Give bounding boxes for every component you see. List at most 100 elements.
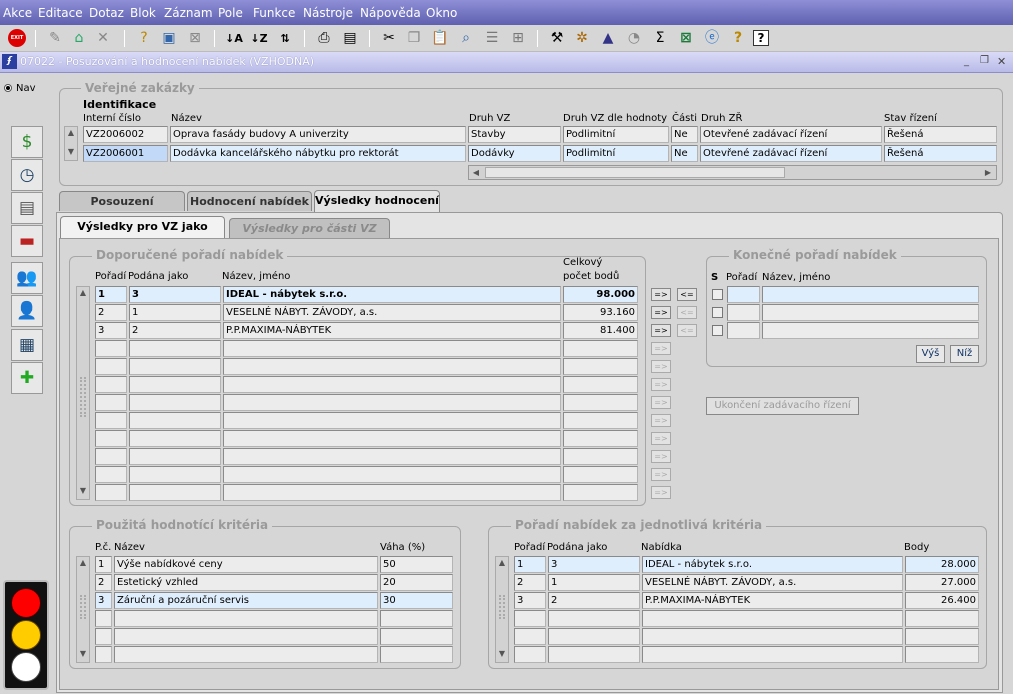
move-right-button[interactable]: => (651, 306, 671, 319)
scroll-down-icon[interactable]: ▼ (77, 485, 89, 498)
dop-row-podana[interactable] (129, 412, 221, 429)
dop-row-nazev[interactable] (223, 484, 561, 501)
end-procedure-button[interactable]: Ukončení zadávacího řízení (706, 397, 859, 415)
scroll-up-icon[interactable]: ▲ (77, 557, 89, 570)
vz-row-hodnota[interactable]: Podlimitní (563, 145, 669, 162)
vz-row-stav[interactable]: Řešená (884, 126, 997, 143)
select-checkbox[interactable] (712, 307, 723, 318)
help-icon[interactable]: ? (753, 30, 769, 46)
move-right-button[interactable]: => (651, 378, 671, 391)
dop-row-nazev[interactable]: IDEAL - nábytek s.r.o. (223, 286, 561, 303)
dop-row-podana[interactable] (129, 358, 221, 375)
kon-row-nazev[interactable] (762, 286, 979, 303)
users-icon[interactable]: 👥 (11, 262, 43, 294)
pk-row-body[interactable] (905, 628, 979, 645)
vz-row-druh[interactable]: Stavby (468, 126, 561, 143)
menu-pole[interactable]: Pole (215, 0, 246, 25)
move-left-button[interactable]: <= (677, 324, 697, 337)
dop-row-nazev[interactable] (223, 340, 561, 357)
move-right-button[interactable]: => (651, 468, 671, 481)
menu-funkce[interactable]: Funkce (250, 0, 298, 25)
vz-vertical-scrollbar[interactable]: ▲ ▼ (64, 126, 78, 161)
dop-row-nazev[interactable] (223, 394, 561, 411)
dop-row-poradi[interactable] (95, 430, 127, 447)
dop-row-nazev[interactable] (223, 358, 561, 375)
down-button[interactable]: Níž (950, 345, 979, 363)
dop-row-podana[interactable]: 3 (129, 286, 221, 303)
scroll-up-icon[interactable]: ▲ (77, 287, 89, 300)
dop-row-podana[interactable]: 2 (129, 322, 221, 339)
nav-radio[interactable] (4, 84, 12, 92)
scroll-left-icon[interactable]: ◀ (470, 167, 482, 178)
move-left-button[interactable]: <= (677, 288, 697, 301)
pk-row-body[interactable]: 27.000 (905, 574, 979, 591)
scroll-down-icon[interactable]: ▼ (77, 648, 89, 661)
pk-row-podana[interactable] (548, 646, 640, 663)
dop-row-podana[interactable] (129, 484, 221, 501)
menu-editace[interactable]: Editace (35, 0, 86, 25)
pk-row-podana[interactable]: 3 (548, 556, 640, 573)
toolbox-icon[interactable]: ▬ (11, 225, 43, 257)
close-icon[interactable]: ✕ (997, 55, 1006, 68)
krit-row-vaha[interactable]: 20 (380, 574, 453, 591)
vz-row-casti[interactable]: Ne (671, 126, 698, 143)
exit-icon[interactable]: EXIT (6, 27, 28, 49)
dop-row-poradi[interactable] (95, 412, 127, 429)
move-right-button[interactable]: => (651, 360, 671, 373)
dop-row-body[interactable]: 81.400 (563, 322, 638, 339)
krit-row-vaha[interactable]: 30 (380, 592, 453, 609)
dop-vertical-scrollbar[interactable]: ▲ ▼ (76, 286, 90, 500)
print-preview-icon[interactable]: ▤ (339, 27, 361, 49)
vz-row-cislo[interactable]: VZ2006002 (83, 126, 168, 143)
document-icon[interactable]: ▦ (11, 329, 43, 361)
execute-query-icon[interactable]: ▣ (158, 27, 180, 49)
scroll-right-icon[interactable]: ▶ (982, 167, 994, 178)
menu-zaznam[interactable]: Záznam (161, 0, 216, 25)
tab-vysledky-hodnoceni[interactable]: Výsledky hodnocení (314, 190, 440, 212)
pk-row-body[interactable] (905, 646, 979, 663)
cut-icon[interactable]: ✂ (378, 27, 400, 49)
pk-row-poradi[interactable]: 1 (514, 556, 546, 573)
krit-row-nazev[interactable]: Estetický vzhled (114, 574, 378, 591)
sort-icon[interactable]: ⇅ (274, 27, 296, 49)
move-right-button[interactable]: => (651, 486, 671, 499)
pk-row-poradi[interactable]: 2 (514, 574, 546, 591)
vz-row-cislo[interactable]: VZ2006001 (83, 145, 168, 162)
dop-row-poradi[interactable]: 2 (95, 304, 127, 321)
paste-icon[interactable]: 📋 (429, 27, 451, 49)
dop-row-body[interactable] (563, 412, 638, 429)
krit-row-vaha[interactable]: 50 (380, 556, 453, 573)
dop-row-poradi[interactable] (95, 358, 127, 375)
menu-okno[interactable]: Okno (423, 0, 460, 25)
print-icon[interactable]: ⎙ (313, 27, 335, 49)
krit-row-pc[interactable] (95, 646, 112, 663)
money-icon[interactable]: $ (11, 126, 43, 158)
krit-row-pc[interactable] (95, 610, 112, 627)
pk-row-poradi[interactable] (514, 610, 546, 627)
dop-row-poradi[interactable]: 3 (95, 322, 127, 339)
kon-row-poradi[interactable] (727, 286, 760, 303)
vz-row-stav[interactable]: Řešená (884, 145, 997, 162)
krit-row-pc[interactable]: 2 (95, 574, 112, 591)
dop-row-poradi[interactable] (95, 340, 127, 357)
scroll-up-icon[interactable]: ▲ (65, 127, 77, 140)
pk-vertical-scrollbar[interactable]: ▲ ▼ (495, 556, 509, 663)
pk-row-podana[interactable] (548, 628, 640, 645)
kon-row-nazev[interactable] (762, 322, 979, 339)
pk-row-body[interactable]: 26.400 (905, 592, 979, 609)
select-checkbox[interactable] (712, 325, 723, 336)
dop-row-poradi[interactable] (95, 484, 127, 501)
krit-row-vaha[interactable] (380, 646, 453, 663)
ie-icon[interactable]: ⓔ (701, 27, 723, 49)
move-right-button[interactable]: => (651, 450, 671, 463)
move-right-button[interactable]: => (651, 342, 671, 355)
krit-row-vaha[interactable] (380, 628, 453, 645)
dop-row-nazev[interactable] (223, 448, 561, 465)
dop-row-nazev[interactable]: VESELNÉ NÁBYT. ZÁVODY, a.s. (223, 304, 561, 321)
krit-row-nazev[interactable] (114, 628, 378, 645)
move-right-button[interactable]: => (651, 432, 671, 445)
tools-icon[interactable]: ⚒ (546, 27, 568, 49)
dop-row-nazev[interactable] (223, 466, 561, 483)
settings-icon[interactable]: ✲ (571, 27, 593, 49)
find-icon[interactable]: ⌕ (455, 27, 477, 49)
